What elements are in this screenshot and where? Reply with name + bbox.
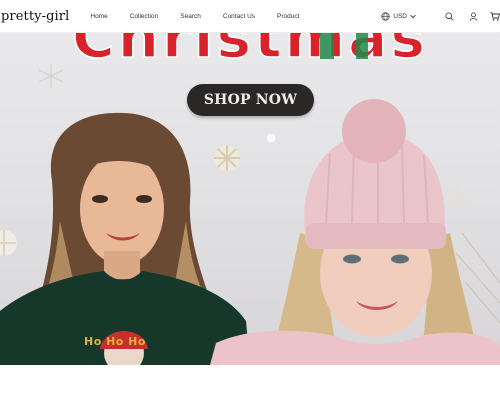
header-actions: USD	[381, 0, 500, 33]
snowflake-icon	[38, 64, 64, 88]
main-nav: Home Collection Search Contact Us Produc…	[90, 13, 299, 20]
hero-title: Christmas	[71, 33, 428, 67]
nav-collection[interactable]: Collection	[130, 13, 159, 20]
site-header: pretty-girl Home Collection Search Conta…	[0, 0, 500, 33]
sweater-print-text: Ho Ho Ho	[84, 335, 146, 348]
nav-product[interactable]: Product	[277, 13, 299, 20]
nav-home[interactable]: Home	[90, 13, 107, 20]
svg-text:Christmas: Christmas	[72, 33, 428, 67]
cart-button[interactable]	[490, 12, 500, 21]
currency-selector[interactable]: USD	[381, 12, 419, 21]
hero-banner[interactable]: Christmas SHOP NOW Ho Ho Ho	[0, 33, 500, 365]
model-right-image	[210, 99, 500, 365]
chevron-down-icon	[410, 14, 416, 19]
search-icon	[445, 12, 454, 21]
account-button[interactable]	[469, 12, 478, 21]
currency-label: USD	[393, 13, 407, 20]
hero-title-text: Christmas	[72, 33, 428, 67]
globe-icon	[381, 12, 390, 21]
nav-search[interactable]: Search	[180, 13, 201, 20]
account-icon	[469, 12, 478, 21]
search-button[interactable]	[445, 12, 454, 21]
cart-icon	[490, 12, 500, 21]
site-logo[interactable]: pretty-girl	[1, 9, 69, 24]
nav-contact-us[interactable]: Contact Us	[223, 13, 255, 20]
